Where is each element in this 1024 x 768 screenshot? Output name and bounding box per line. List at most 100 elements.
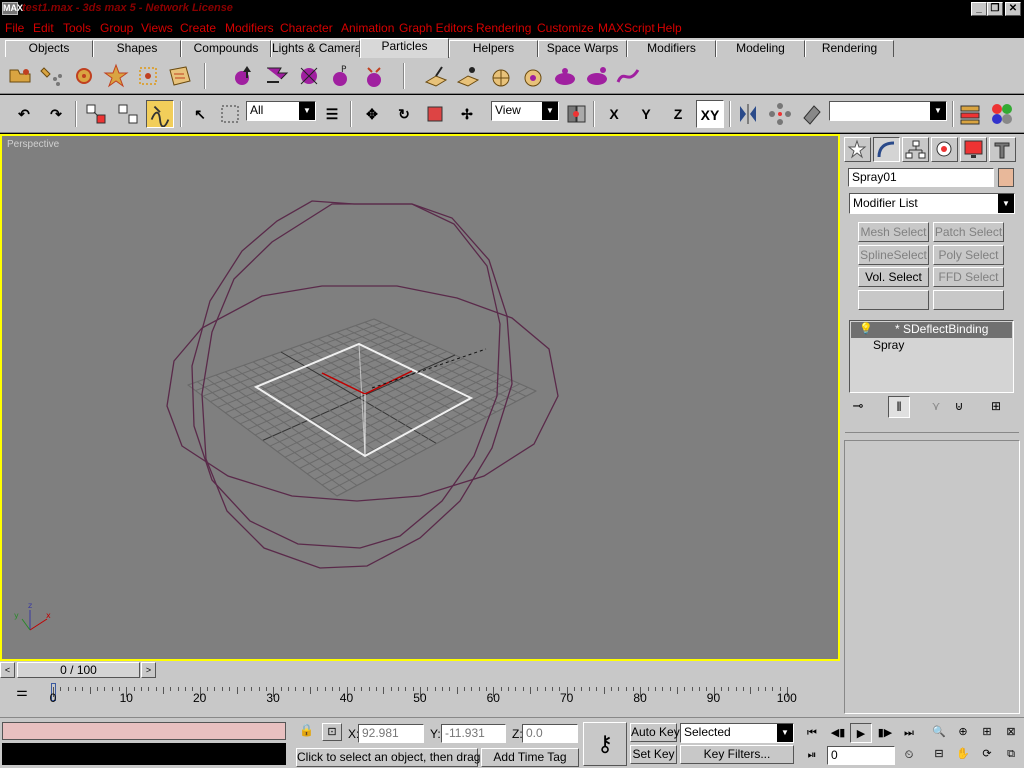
menu-customize[interactable]: Customize xyxy=(537,21,594,35)
set-key-button[interactable]: Set Key xyxy=(630,745,677,764)
empty-modifier-button[interactable] xyxy=(858,290,929,310)
redo-icon[interactable]: ↷ xyxy=(42,100,70,128)
stack-item-spray[interactable]: Spray xyxy=(851,338,1012,354)
modify-tab-icon[interactable] xyxy=(873,137,900,162)
udeflector-icon[interactable] xyxy=(551,62,579,90)
spline-select-button[interactable]: SplineSelect xyxy=(858,245,929,265)
selection-filter-dropdown[interactable]: All ▼ xyxy=(246,101,316,121)
menu-tools[interactable]: Tools xyxy=(63,21,91,35)
y-coordinate-field[interactable]: -11.931 xyxy=(441,724,506,743)
select-by-name-icon[interactable]: ☰ xyxy=(318,100,346,128)
select-and-scale-icon[interactable] xyxy=(421,100,449,128)
lock-selection-icon[interactable]: 🔒 xyxy=(299,723,314,741)
key-mode-toggle-icon[interactable]: ⏯ xyxy=(801,745,823,765)
menu-maxscript[interactable]: MAXScript xyxy=(598,21,655,35)
absolute-mode-icon[interactable]: ⊡ xyxy=(322,723,342,741)
sphere-deflector-icon[interactable] xyxy=(487,62,515,90)
pcloud-icon[interactable] xyxy=(134,62,162,90)
bind-to-space-warp-icon[interactable] xyxy=(146,100,174,128)
perspective-viewport[interactable]: Perspective z x y xyxy=(0,134,840,661)
play-icon[interactable]: ▶ xyxy=(850,723,872,743)
uomniflector-icon[interactable] xyxy=(583,62,611,90)
go-to-start-icon[interactable]: ⏮ xyxy=(801,723,823,743)
motor-icon[interactable] xyxy=(360,62,388,90)
prev-frame-arrow-icon[interactable]: < xyxy=(0,662,15,678)
sdeflector-icon[interactable] xyxy=(454,62,482,90)
tab-space-warps[interactable]: Space Warps xyxy=(538,40,627,57)
mesh-select-button[interactable]: Mesh Select xyxy=(858,222,929,242)
displace-icon[interactable] xyxy=(295,62,323,90)
key-mode-dropdown[interactable]: Selected ▼ xyxy=(680,723,794,743)
create-tab-icon[interactable] xyxy=(844,137,871,162)
pivot-center-icon[interactable] xyxy=(562,100,590,128)
menu-modifiers[interactable]: Modifiers xyxy=(225,21,274,35)
layer-manager-icon[interactable] xyxy=(956,100,984,128)
make-unique-icon[interactable]: ⋎ xyxy=(927,396,945,416)
named-selection-dropdown[interactable]: ▼ xyxy=(829,101,947,121)
tab-rendering[interactable]: Rendering xyxy=(805,40,894,57)
menu-graph-editors[interactable]: Graph Editors xyxy=(399,21,473,35)
tab-objects[interactable]: Objects xyxy=(5,40,93,57)
object-name-field[interactable]: Spray01 xyxy=(848,168,994,187)
menu-character[interactable]: Character xyxy=(280,21,333,35)
tab-helpers[interactable]: Helpers xyxy=(449,40,538,57)
menu-group[interactable]: Group xyxy=(100,21,133,35)
align-icon[interactable] xyxy=(798,100,826,128)
usphere-deflector-icon[interactable] xyxy=(519,62,547,90)
field-of-view-icon[interactable]: ⊟ xyxy=(928,744,950,764)
remove-modifier-icon[interactable]: ⊍ xyxy=(950,396,968,416)
time-slider-thumb[interactable]: 0 / 100 xyxy=(17,662,140,678)
pan-icon[interactable]: ✋ xyxy=(952,744,974,764)
mirror-icon[interactable] xyxy=(734,100,762,128)
parray-icon[interactable] xyxy=(166,62,194,90)
restrict-y-button[interactable]: Y xyxy=(632,100,660,128)
auto-key-button[interactable]: Auto Key xyxy=(630,723,680,742)
ffd-select-button[interactable]: FFD Select xyxy=(933,267,1004,287)
go-to-end-icon[interactable]: ⏭ xyxy=(898,723,920,743)
current-frame-field[interactable]: 0 xyxy=(827,746,895,765)
select-and-move-icon[interactable]: ✥ xyxy=(358,100,386,128)
configure-modifier-sets-icon[interactable]: ⊞ xyxy=(986,396,1006,416)
show-end-result-icon[interactable]: ‖ xyxy=(888,396,910,418)
key-filters-button[interactable]: Key Filters... xyxy=(680,745,794,764)
path-follow-icon[interactable] xyxy=(614,62,642,90)
menu-file[interactable]: File xyxy=(5,21,24,35)
lightbulb-icon[interactable]: 💡 xyxy=(859,322,873,337)
restrict-x-button[interactable]: X xyxy=(600,100,628,128)
tab-compounds[interactable]: Compounds xyxy=(181,40,271,57)
object-color-swatch[interactable] xyxy=(998,168,1014,187)
reference-coordinate-dropdown[interactable]: View ▼ xyxy=(491,101,559,121)
select-and-manipulate-icon[interactable]: ✢ xyxy=(453,100,481,128)
z-coordinate-field[interactable]: 0.0 xyxy=(522,724,578,743)
tab-modeling[interactable]: Modeling xyxy=(716,40,805,57)
key-icon[interactable]: ⚷ xyxy=(583,722,627,766)
menu-rendering[interactable]: Rendering xyxy=(476,21,531,35)
next-frame-icon[interactable]: ▮▶ xyxy=(874,723,896,743)
add-time-tag-button[interactable]: Add Time Tag xyxy=(481,748,579,767)
menu-create[interactable]: Create xyxy=(180,21,216,35)
zoom-icon[interactable]: 🔍 xyxy=(928,722,950,742)
zoom-extents-all-icon[interactable]: ⊠ xyxy=(1000,722,1022,742)
menu-views[interactable]: Views xyxy=(141,21,173,35)
previous-frame-icon[interactable]: ◀▮ xyxy=(827,723,849,743)
poly-select-button[interactable]: Poly Select xyxy=(933,245,1004,265)
curve-editor-icon[interactable]: ⚌ xyxy=(12,684,32,702)
minimize-button[interactable]: _ xyxy=(971,2,987,16)
select-and-rotate-icon[interactable]: ↻ xyxy=(390,100,418,128)
zoom-extents-icon[interactable]: ⊞ xyxy=(976,722,998,742)
select-and-link-icon[interactable] xyxy=(82,100,110,128)
motion-tab-icon[interactable] xyxy=(931,137,958,162)
menu-edit[interactable]: Edit xyxy=(33,21,54,35)
zoom-all-icon[interactable]: ⊕ xyxy=(952,722,974,742)
time-configuration-icon[interactable]: ⏲ xyxy=(898,745,920,765)
empty-modifier-button[interactable] xyxy=(933,290,1004,310)
rectangular-selection-icon[interactable] xyxy=(216,100,244,128)
maxscript-output-mini[interactable] xyxy=(2,743,286,765)
maxscript-listener-mini[interactable] xyxy=(2,722,286,740)
tab-particles[interactable]: Particles xyxy=(360,38,449,58)
snow-icon[interactable] xyxy=(70,62,98,90)
patch-select-button[interactable]: Patch Select xyxy=(933,222,1004,242)
restrict-z-button[interactable]: Z xyxy=(664,100,692,128)
hierarchy-tab-icon[interactable] xyxy=(902,137,929,162)
pomniflector-icon[interactable] xyxy=(422,62,450,90)
